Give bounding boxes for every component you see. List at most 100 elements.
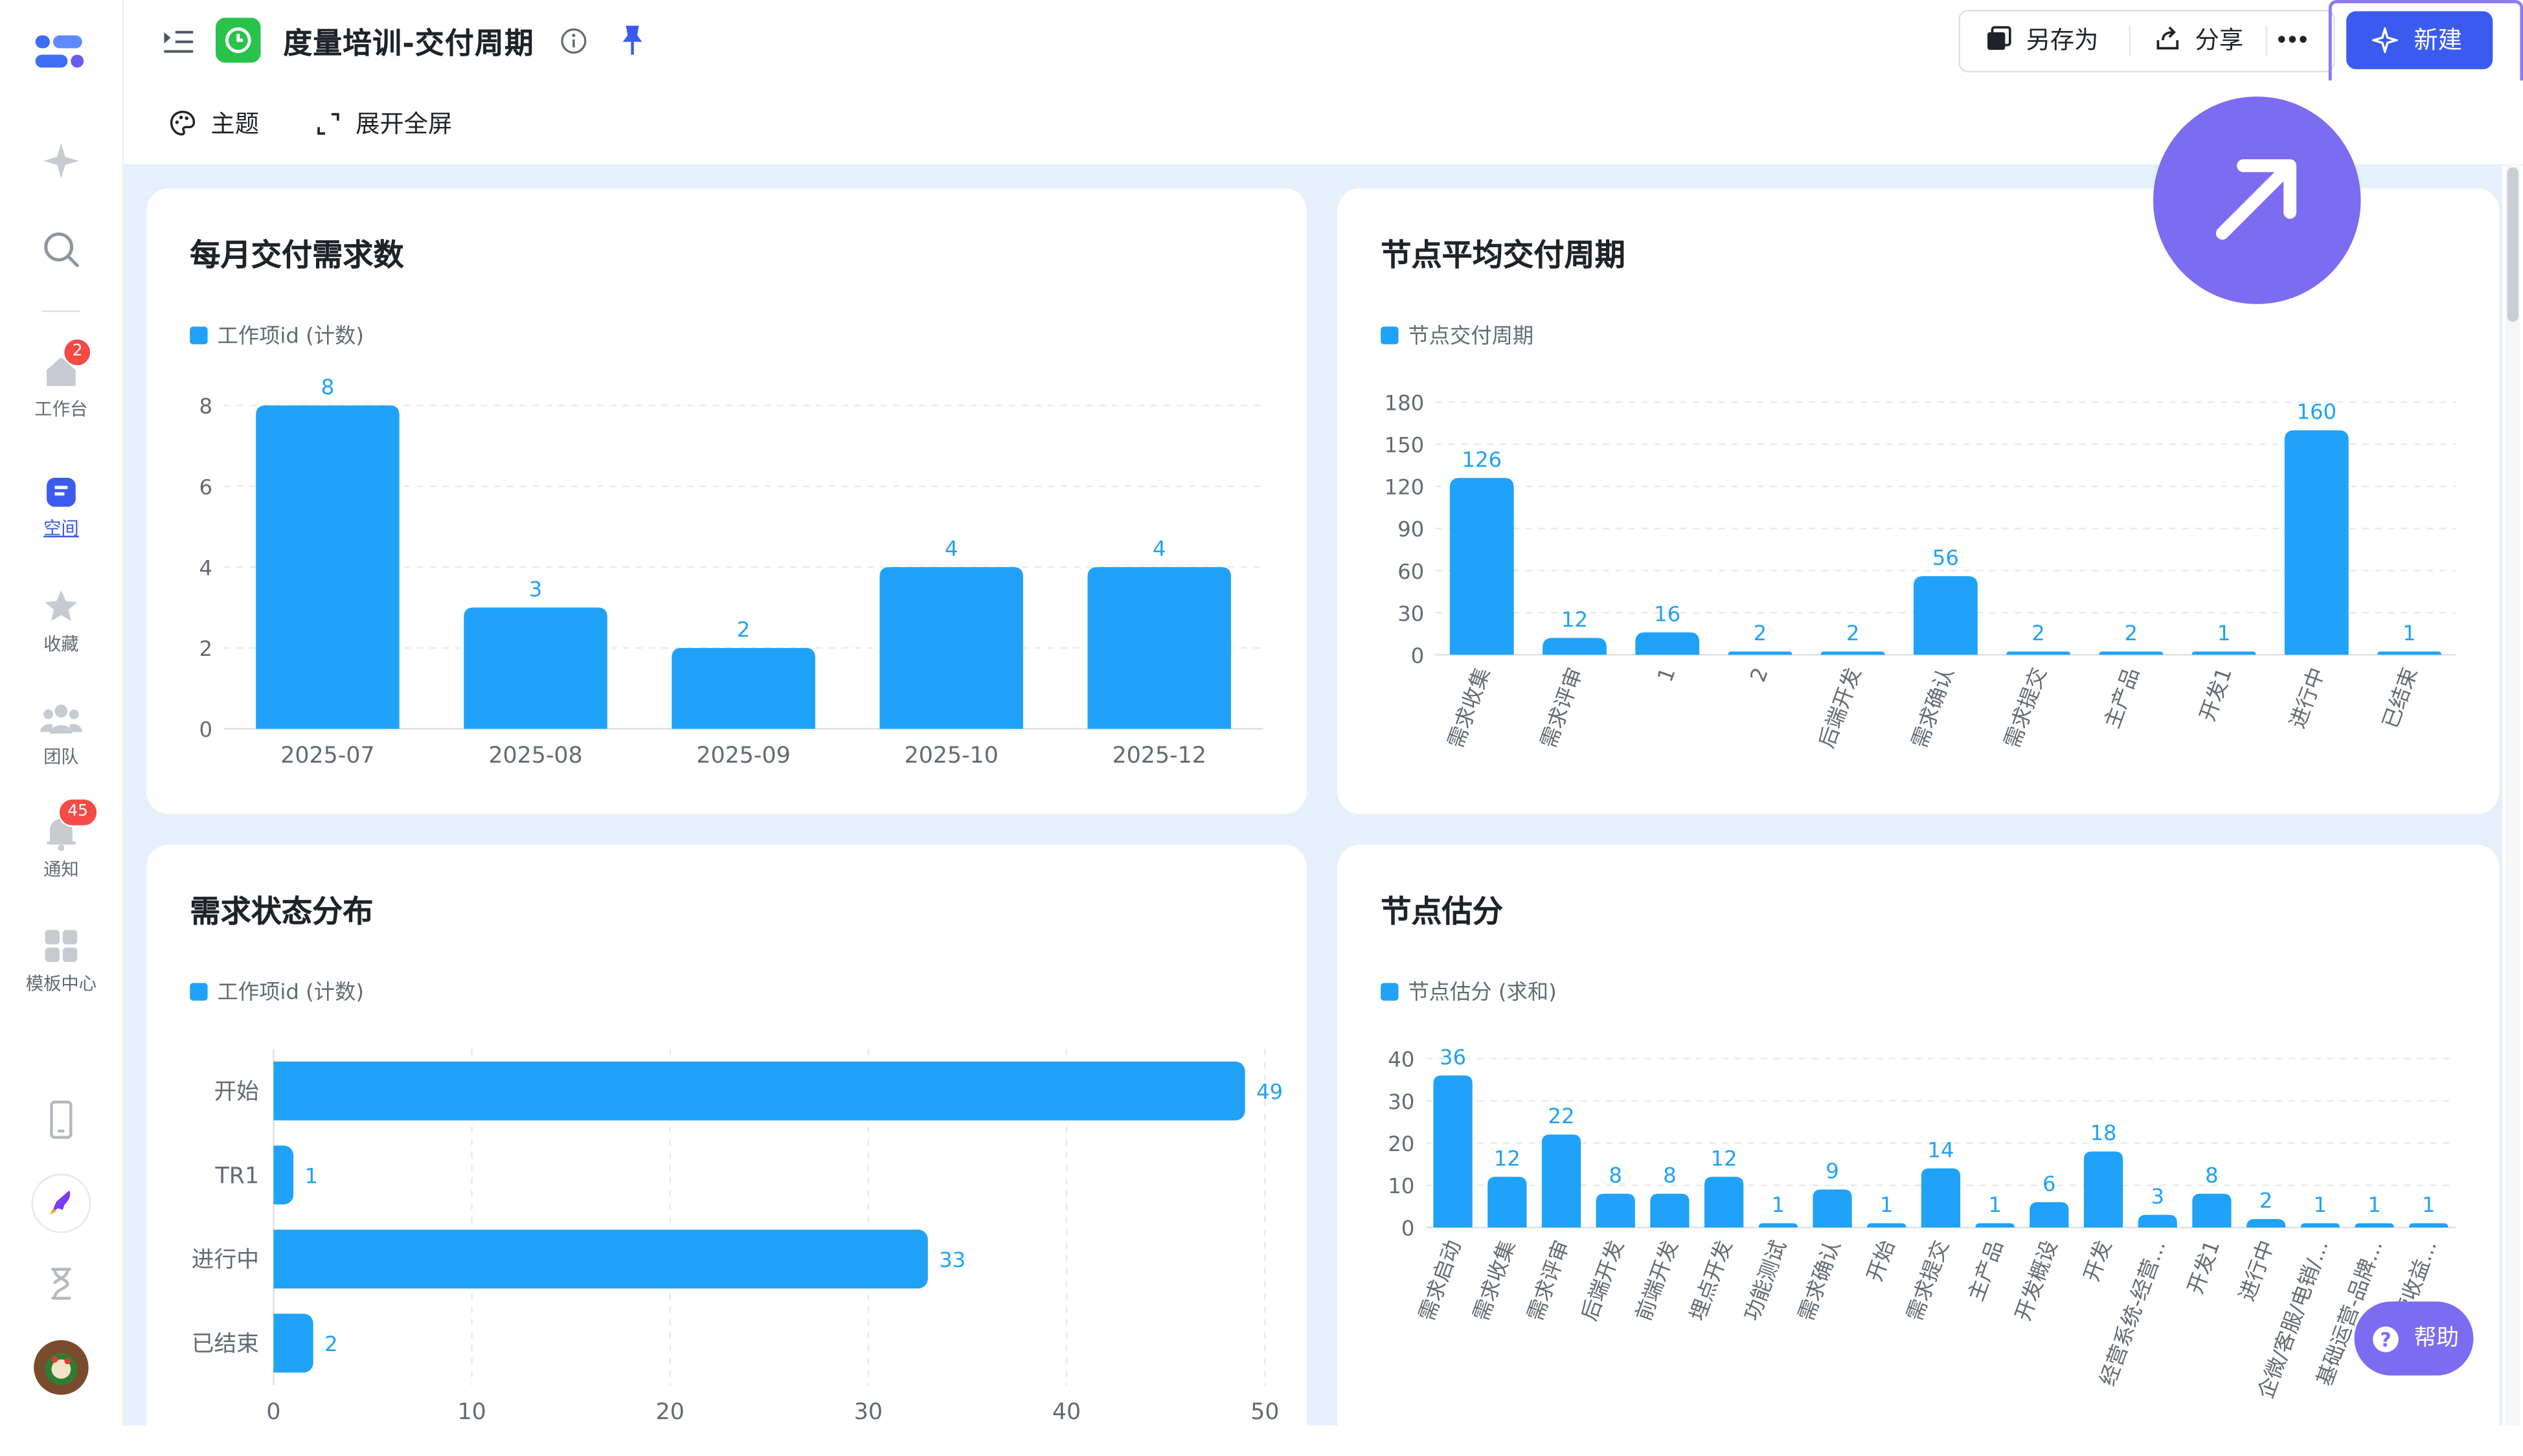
bar — [1596, 1193, 1635, 1228]
mobile-icon[interactable] — [0, 1099, 122, 1141]
data-label: 49 — [1256, 1080, 1283, 1104]
more-menu-button[interactable]: ••• — [2275, 11, 2309, 71]
app-logo-icon[interactable] — [34, 32, 85, 74]
bar — [1867, 1223, 1906, 1228]
bar — [2246, 1219, 2286, 1228]
x-tick-label: 2025-09 — [696, 743, 790, 768]
sidebar-item-templates[interactable]: 模板中心 — [0, 926, 122, 996]
collapse-sidebar-icon[interactable] — [163, 27, 195, 56]
bar — [2192, 1193, 2232, 1228]
data-label: 126 — [1462, 447, 1502, 472]
data-label: 3 — [2151, 1184, 2164, 1209]
data-label: 18 — [2090, 1121, 2116, 1145]
bar — [1635, 632, 1700, 655]
y-tick-label: 180 — [1385, 391, 1425, 416]
x-tick-label: 需求提交 — [1902, 1237, 1954, 1324]
x-tick-label: 开发1 — [2183, 1237, 2225, 1297]
new-button[interactable]: 新建 — [2346, 11, 2493, 69]
chart-card-monthly-delivery[interactable]: 每月交付需求数 工作项id (计数) 0 2 4 6 8 8 2025-07 3 2025-08… — [146, 188, 1307, 814]
bar — [2300, 1223, 2340, 1228]
pin-icon[interactable] — [620, 24, 646, 56]
y-tick-label: 90 — [1397, 517, 1424, 542]
save-as-button[interactable]: 另存为 — [1986, 11, 2098, 71]
hourglass-icon[interactable] — [0, 1264, 122, 1303]
sidebar-item-favorites[interactable]: 收藏 — [0, 587, 122, 656]
x-tick-label: 2025-10 — [904, 743, 998, 768]
data-label: 2 — [2031, 621, 2045, 645]
data-label: 2 — [2259, 1189, 2273, 1213]
sidebar-item-workbench[interactable]: 工作台 2 — [0, 337, 122, 421]
x-tick-label: 50 — [1250, 1399, 1279, 1425]
data-label: 33 — [939, 1248, 966, 1272]
y-tick-label: 进行中 — [192, 1247, 259, 1273]
help-button[interactable]: ? 帮助 — [2354, 1301, 2474, 1376]
sidebar-item-label: 工作台 — [34, 399, 88, 420]
bar-chart: 0 2 4 6 8 8 2025-07 3 2025-08 2 2025-09 4 2025-10 4 20… — [199, 375, 1263, 768]
sidebar-item-label: 收藏 — [43, 634, 79, 655]
svg-text:?: ? — [2380, 1329, 2391, 1352]
bar — [1813, 1189, 1852, 1228]
notification-badge: 2 — [62, 337, 93, 367]
chart-card-status-distribution[interactable]: 需求状态分布 工作项id (计数) 0 10 20 30 40 50 49 开始 1 TR1 33 进… — [146, 844, 1307, 1456]
more-icon: ••• — [2275, 28, 2309, 52]
y-tick-label: 20 — [1388, 1132, 1414, 1156]
share-icon — [2156, 26, 2179, 50]
x-tick-label: 需求提交 — [2000, 664, 2052, 751]
bar — [273, 1229, 928, 1289]
chart-card-node-estimate[interactable]: 节点估分 节点估分 (求和) 0 10 20 30 40 36 需求启动 12 需求收集 22 需求… — [1337, 844, 2500, 1456]
data-label: 4 — [1153, 537, 1166, 561]
y-tick-label: 2 — [199, 636, 212, 661]
data-label: 36 — [1440, 1045, 1466, 1070]
team-icon — [40, 704, 82, 734]
data-label: 3 — [529, 577, 543, 601]
y-tick-label: 已结束 — [192, 1331, 259, 1357]
y-tick-label: TR1 — [215, 1163, 260, 1189]
bar — [256, 405, 400, 729]
sidebar-item-team[interactable]: 团队 — [0, 700, 122, 769]
x-tick-label: 2025-12 — [1113, 743, 1206, 768]
sidebar-item-label: 模板中心 — [25, 973, 97, 994]
open-link-fab[interactable] — [2153, 96, 2361, 304]
info-icon[interactable] — [560, 27, 587, 54]
fullscreen-button[interactable]: 展开全屏 — [315, 106, 452, 142]
user-avatar[interactable] — [0, 1339, 122, 1396]
data-label: 2 — [1754, 621, 1767, 645]
theme-button[interactable]: 主题 — [169, 106, 259, 142]
rocket-icon[interactable] — [0, 1173, 122, 1234]
notification-badge: 45 — [58, 798, 98, 827]
x-tick-label: 2025-07 — [280, 743, 374, 768]
data-label: 1 — [1880, 1193, 1894, 1217]
action-button-group: 另存为 分享 ••• — [1958, 9, 2335, 73]
x-tick-label: 1 — [1653, 664, 1680, 685]
bar — [1921, 1168, 1961, 1228]
vertical-scrollbar[interactable] — [2506, 164, 2520, 1426]
sidebar-item-notifications[interactable]: 通知 45 — [0, 798, 122, 882]
search-icon[interactable] — [0, 230, 122, 269]
x-tick-label: 需求确认 — [1906, 664, 1958, 751]
bar-left-edge — [273, 1061, 284, 1121]
y-tick-label: 6 — [199, 475, 212, 500]
fullscreen-label: 展开全屏 — [356, 109, 453, 139]
data-label: 1 — [2314, 1193, 2327, 1217]
y-tick-label: 30 — [1397, 601, 1424, 626]
x-tick-label: 主产品 — [2099, 664, 2144, 732]
sidebar-item-space[interactable]: 空间 — [0, 475, 122, 541]
scrollbar-thumb[interactable] — [2507, 167, 2519, 322]
y-tick-label: 0 — [1411, 644, 1425, 668]
y-tick-label: 40 — [1388, 1047, 1414, 1072]
y-tick-label: 0 — [199, 717, 212, 742]
ai-sparkle-icon[interactable] — [0, 140, 122, 182]
data-label: 160 — [2296, 399, 2336, 424]
data-label: 1 — [2403, 621, 2416, 645]
share-button[interactable]: 分享 — [2155, 11, 2243, 71]
save-as-label: 另存为 — [2026, 25, 2099, 55]
data-label: 8 — [1609, 1163, 1622, 1187]
divider — [2265, 25, 2268, 56]
bar — [1913, 576, 1978, 655]
palette-icon — [170, 110, 196, 136]
y-tick-label: 30 — [1388, 1090, 1414, 1114]
x-tick-label: 需求启动 — [1414, 1237, 1466, 1324]
data-label: 22 — [1548, 1104, 1574, 1128]
x-tick-label: 开发1 — [2195, 664, 2237, 724]
expand-icon — [317, 113, 339, 135]
